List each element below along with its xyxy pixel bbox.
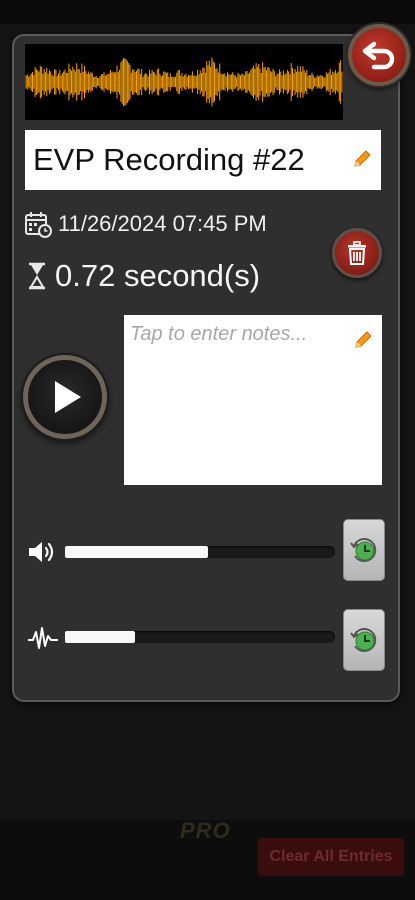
volume-slider-fill [65,546,209,558]
volume-reset-button[interactable] [343,519,385,581]
play-icon [55,381,81,413]
recording-duration: 0.72 second(s) [55,258,261,293]
pencil-icon[interactable] [351,148,373,170]
trash-icon [348,241,366,265]
clock-reset-icon [350,538,377,563]
clear-all-entries-button[interactable]: Clear All Entries [258,838,404,876]
back-button[interactable] [348,24,410,86]
speaker-icon [29,542,54,562]
waveform-reset-button[interactable] [343,609,385,671]
pro-badge: PRO [180,818,231,843]
pencil-icon[interactable] [352,329,374,351]
waveform-slider-fill [65,631,136,643]
pulse-wave-icon [28,627,58,649]
hourglass-icon [29,262,45,290]
recording-duration-row: 0.72 second(s) [27,258,260,294]
notes-placeholder: Tap to enter notes... [130,323,308,345]
waveform-slider[interactable] [65,631,335,643]
recording-title: EVP Recording #22 [33,142,305,177]
recording-date-row: 11/26/2024 07:45 PM [24,210,267,238]
play-button[interactable] [23,355,107,439]
delete-button[interactable] [332,228,382,278]
notes-field[interactable]: Tap to enter notes... [124,315,382,485]
calendar-clock-icon [25,212,52,238]
clock-reset-icon [350,628,377,653]
volume-slider[interactable] [65,546,335,558]
recording-date: 11/26/2024 07:45 PM [58,211,267,236]
undo-arrow-icon [362,41,395,70]
waveform-display [25,44,343,120]
recording-title-field[interactable]: EVP Recording #22 [25,130,381,190]
